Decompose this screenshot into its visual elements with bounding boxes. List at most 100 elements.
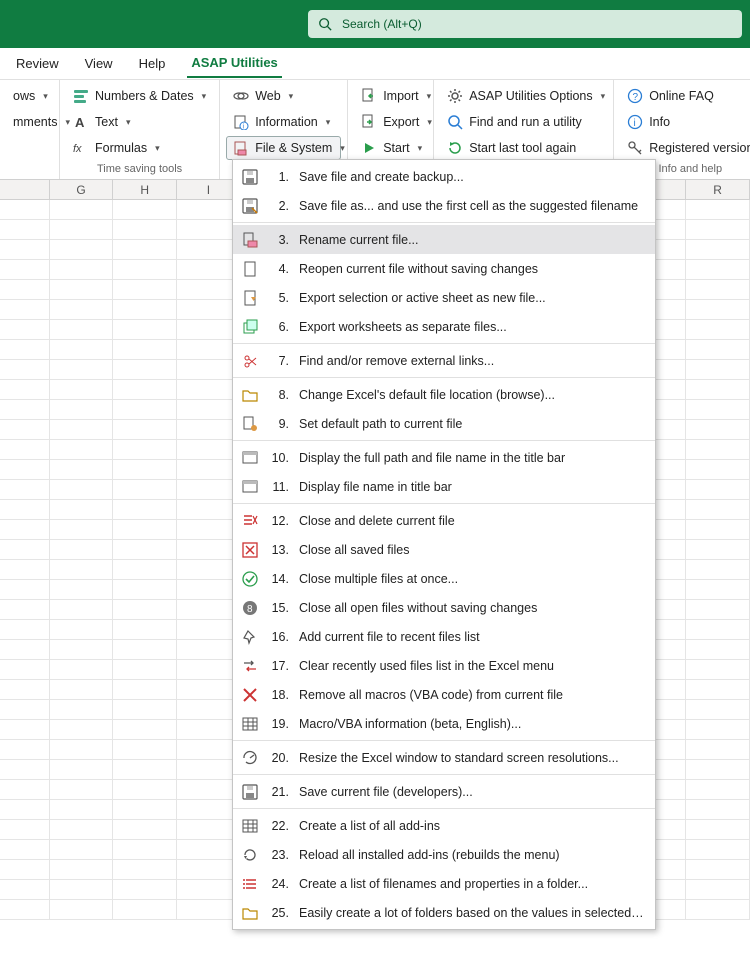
online-faq-button[interactable]: ? Online FAQ [620, 84, 750, 108]
cell[interactable] [686, 480, 750, 499]
cell[interactable] [50, 360, 114, 379]
cell[interactable] [50, 320, 114, 339]
menu-item[interactable]: 2.Save file as... and use the first cell… [233, 191, 655, 220]
cell[interactable] [50, 800, 114, 819]
cell[interactable] [0, 780, 50, 799]
cell[interactable] [686, 780, 750, 799]
cell[interactable] [686, 380, 750, 399]
menu-item[interactable]: 5.Export selection or active sheet as ne… [233, 283, 655, 312]
cell[interactable] [50, 400, 114, 419]
cell[interactable] [686, 840, 750, 859]
cell[interactable] [50, 640, 114, 659]
cell[interactable] [0, 820, 50, 839]
cell[interactable] [0, 560, 50, 579]
cell[interactable] [113, 200, 177, 219]
cell[interactable] [686, 740, 750, 759]
column-header[interactable]: G [50, 180, 114, 199]
cell[interactable] [50, 500, 114, 519]
cell[interactable] [50, 660, 114, 679]
cell[interactable] [0, 640, 50, 659]
cell[interactable] [686, 620, 750, 639]
cell[interactable] [113, 380, 177, 399]
menu-item[interactable]: 3.Rename current file... [233, 225, 655, 254]
menu-item[interactable]: 19.Macro/VBA information (beta, English)… [233, 709, 655, 738]
start-button[interactable]: Start▾ [354, 136, 427, 160]
cell[interactable] [50, 240, 114, 259]
find-utility-button[interactable]: Find and run a utility [440, 110, 607, 134]
menu-item[interactable]: 21.Save current file (developers)... [233, 777, 655, 806]
cell[interactable] [113, 280, 177, 299]
cell[interactable] [50, 700, 114, 719]
menu-item[interactable]: 15.Close all open files without saving c… [233, 593, 655, 622]
cell[interactable] [0, 260, 50, 279]
cell[interactable] [113, 860, 177, 879]
cell[interactable] [113, 700, 177, 719]
cell[interactable] [113, 480, 177, 499]
cell[interactable] [113, 400, 177, 419]
cell[interactable] [686, 520, 750, 539]
cell[interactable] [686, 320, 750, 339]
cell[interactable] [50, 440, 114, 459]
cell[interactable] [113, 740, 177, 759]
cell[interactable] [50, 780, 114, 799]
numbers-dates-button[interactable]: Numbers & Dates▾ [66, 84, 213, 108]
cell[interactable] [113, 360, 177, 379]
cell[interactable] [113, 220, 177, 239]
column-header[interactable]: H [113, 180, 177, 199]
cell[interactable] [686, 880, 750, 899]
menu-item[interactable]: 16.Add current file to recent files list [233, 622, 655, 651]
cell[interactable] [50, 680, 114, 699]
menu-item[interactable]: 9.Set default path to current file [233, 409, 655, 438]
cell[interactable] [0, 300, 50, 319]
menu-item[interactable]: 13.Close all saved files [233, 535, 655, 564]
cell[interactable] [50, 720, 114, 739]
cell[interactable] [686, 420, 750, 439]
cell[interactable] [0, 280, 50, 299]
cell[interactable] [0, 500, 50, 519]
cell[interactable] [50, 740, 114, 759]
cell[interactable] [113, 640, 177, 659]
menu-item[interactable]: 1.Save file and create backup... [233, 162, 655, 191]
asap-options-button[interactable]: ASAP Utilities Options▾ [440, 84, 607, 108]
tab-review[interactable]: Review [12, 50, 63, 77]
formulas-button[interactable]: fx Formulas▾ [66, 136, 213, 160]
cell[interactable] [50, 220, 114, 239]
export-button[interactable]: Export▾ [354, 110, 427, 134]
cell[interactable] [686, 360, 750, 379]
cell[interactable] [686, 240, 750, 259]
menu-item[interactable]: 22.Create a list of all add-ins [233, 811, 655, 840]
cell[interactable] [686, 760, 750, 779]
cell[interactable] [686, 600, 750, 619]
cell[interactable] [686, 860, 750, 879]
cell[interactable] [686, 800, 750, 819]
cell[interactable] [113, 420, 177, 439]
start-last-tool-button[interactable]: Start last tool again [440, 136, 607, 160]
cell[interactable] [113, 720, 177, 739]
cell[interactable] [50, 380, 114, 399]
cell[interactable] [113, 900, 177, 919]
cell[interactable] [113, 540, 177, 559]
cell[interactable] [686, 680, 750, 699]
cell[interactable] [50, 560, 114, 579]
tab-view[interactable]: View [81, 50, 117, 77]
rows-button-partial[interactable]: ows▾ [6, 84, 53, 108]
cell[interactable] [0, 240, 50, 259]
cell[interactable] [0, 440, 50, 459]
cell[interactable] [0, 340, 50, 359]
cell[interactable] [0, 360, 50, 379]
cell[interactable] [113, 500, 177, 519]
cell[interactable] [50, 580, 114, 599]
cell[interactable] [0, 880, 50, 899]
cell[interactable] [50, 420, 114, 439]
menu-item[interactable]: 8.Change Excel's default file location (… [233, 380, 655, 409]
cell[interactable] [0, 540, 50, 559]
cell[interactable] [113, 520, 177, 539]
cell[interactable] [0, 200, 50, 219]
cell[interactable] [50, 820, 114, 839]
menu-item[interactable]: 17.Clear recently used files list in the… [233, 651, 655, 680]
cell[interactable] [0, 620, 50, 639]
menu-item[interactable]: 7.Find and/or remove external links... [233, 346, 655, 375]
cell[interactable] [686, 560, 750, 579]
cell[interactable] [686, 220, 750, 239]
column-header[interactable] [0, 180, 50, 199]
